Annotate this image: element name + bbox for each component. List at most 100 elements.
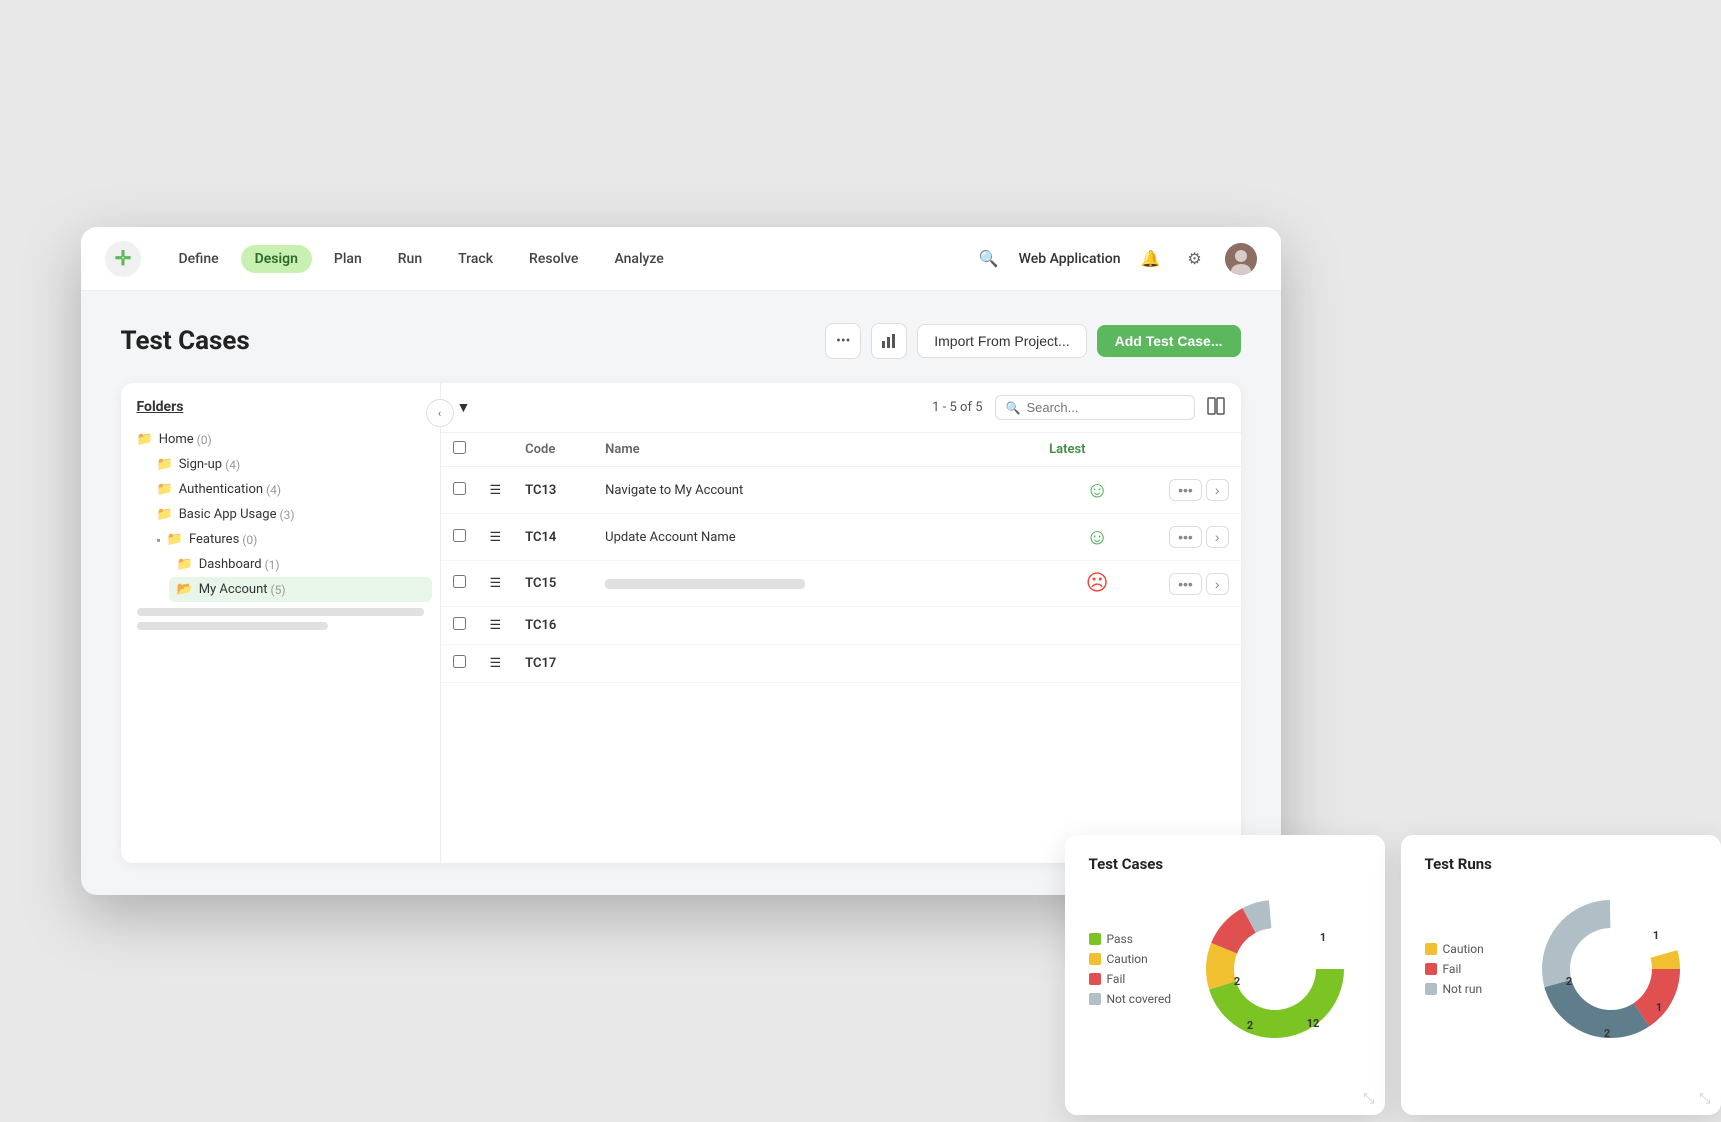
test-runs-chart-card: Test Runs Caution Fail Not run [1401,835,1721,1115]
search-box[interactable]: 🔍 [995,395,1195,420]
svg-text:2: 2 [1603,1027,1609,1040]
app-logo[interactable]: ✛ [105,241,141,277]
row-actions-tc13: ••• › [1169,479,1228,501]
test-runs-chart-body: Caution Fail Not run [1425,889,1697,1049]
name-tc15 [593,561,1037,607]
folder-home-label: Home [159,432,194,447]
folder-basic-app[interactable]: 📁 Basic App Usage (3) [141,502,440,527]
pagination: 1 - 5 of 5 [932,400,982,415]
filter-icon[interactable]: ▼ [457,399,471,416]
more-options-button[interactable]: ••• [825,323,861,359]
th-check [441,433,478,467]
more-tc14[interactable]: ••• [1169,526,1202,548]
chart-button[interactable] [871,323,907,359]
folder-dashboard-icon: 📁 [177,557,193,572]
import-button[interactable]: Import From Project... [917,324,1086,358]
test-cases-donut: 1 2 2 12 [1195,889,1355,1049]
folder-auth-label: Authentication [179,482,263,497]
legend-tr-caution-dot [1425,943,1437,955]
legend-caution: Caution [1089,952,1179,966]
row-check-tc13[interactable] [453,482,466,495]
open-tc13[interactable]: › [1206,479,1229,501]
user-avatar[interactable] [1225,243,1257,275]
folder-features[interactable]: ▪ 📁 Features (0) [141,527,440,552]
legend-tr-fail-label: Fail [1443,962,1462,976]
legend-tr-not-run-dot [1425,983,1437,995]
nav-analyze[interactable]: Analyze [600,245,677,273]
table-row: ☰ TC14 Update Account Name ☺ ••• › [441,514,1241,561]
row-check-tc14[interactable] [453,529,466,542]
nav-run[interactable]: Run [384,245,436,273]
row-check-tc17[interactable] [453,655,466,668]
name-tc14: Update Account Name [593,514,1037,561]
search-icon[interactable]: 🔍 [975,245,1003,273]
nav-design[interactable]: Design [241,245,312,273]
legend-caution-dot [1089,953,1101,965]
drag-handle-tc14[interactable]: ☰ [478,514,514,561]
open-tc15[interactable]: › [1206,573,1229,595]
legend-tr-caution: Caution [1425,942,1515,956]
folder-home[interactable]: 📁 Home (0) [121,427,440,452]
code-tc17: TC17 [513,645,593,683]
folder-authentication[interactable]: 📁 Authentication (4) [141,477,440,502]
test-cases-panel: Folders ‹ 📁 Home (0) 📁 [121,383,1241,863]
table-row: ☰ TC15 ☹ ••• [441,561,1241,607]
more-tc15[interactable]: ••• [1169,573,1202,595]
svg-text:2: 2 [1246,1019,1252,1032]
drag-handle-tc15[interactable]: ☰ [478,561,514,607]
drag-handle-tc13[interactable]: ☰ [478,467,514,514]
svg-text:1: 1 [1319,931,1325,944]
name-tc17 [593,645,1037,683]
sidebar-collapse-button[interactable]: ‹ [426,399,454,427]
table-row: ☰ TC16 [441,607,1241,645]
th-latest[interactable]: Latest [1037,433,1157,467]
folder-myaccount-icon: 📂 [177,582,193,597]
drag-handle-tc17[interactable]: ☰ [478,645,514,683]
test-cases-chart-card: Test Cases Pass Caution Fail [1065,835,1385,1115]
sidebar: Folders ‹ 📁 Home (0) 📁 [121,383,441,863]
open-tc14[interactable]: › [1206,526,1229,548]
row-check-tc15[interactable] [453,575,466,588]
test-cases-chart-body: Pass Caution Fail Not covered [1089,889,1361,1049]
project-name[interactable]: Web Application [1019,251,1121,267]
table-toolbar: ▼ 1 - 5 of 5 🔍 [441,383,1241,433]
th-drag [478,433,514,467]
folder-signup-count: (4) [225,458,240,472]
navbar: ✛ Define Design Plan Run Track Resolve A… [81,227,1281,291]
more-tc13[interactable]: ••• [1169,479,1202,501]
legend-tr-fail-dot [1425,963,1437,975]
select-all-checkbox[interactable] [453,441,466,454]
test-runs-legend: Caution Fail Not run [1425,942,1515,996]
legend-tr-not-run: Not run [1425,982,1515,996]
folders-label: Folders [121,399,440,423]
column-toggle[interactable] [1207,397,1225,419]
th-actions [1157,433,1240,467]
svg-text:12: 12 [1306,1017,1319,1030]
status-tc16 [1037,607,1157,645]
folder-dashboard-label: Dashboard [199,557,262,572]
test-cases-legend: Pass Caution Fail Not covered [1089,932,1179,1006]
folder-signup-icon: 📁 [157,457,173,472]
legend-tr-fail: Fail [1425,962,1515,976]
nav-items: Define Design Plan Run Track Resolve Ana… [165,245,975,273]
gear-icon[interactable]: ⚙ [1181,245,1209,273]
status-fail-icon: ☹ [1086,571,1109,596]
folder-signup[interactable]: 📁 Sign-up (4) [141,452,440,477]
folder-children-root: 📁 Sign-up (4) 📁 Authentication (4) 📁 [121,452,440,602]
nav-resolve[interactable]: Resolve [515,245,592,273]
nav-define[interactable]: Define [165,245,233,273]
search-input[interactable] [1026,400,1183,415]
legend-not-covered-dot [1089,993,1101,1005]
nav-track[interactable]: Track [444,245,507,273]
add-test-case-button[interactable]: Add Test Case... [1097,325,1241,357]
drag-handle-tc16[interactable]: ☰ [478,607,514,645]
nav-plan[interactable]: Plan [320,245,376,273]
folder-myaccount[interactable]: 📂 My Account (5) [169,577,432,602]
folder-dashboard[interactable]: 📁 Dashboard (1) [161,552,440,577]
bell-icon[interactable]: 🔔 [1137,245,1165,273]
status-tc13: ☺ [1037,467,1157,514]
code-tc15: TC15 [513,561,593,607]
row-check-tc16[interactable] [453,617,466,630]
legend-fail-label: Fail [1107,972,1126,986]
test-runs-donut: 1 1 2 2 [1531,889,1691,1049]
